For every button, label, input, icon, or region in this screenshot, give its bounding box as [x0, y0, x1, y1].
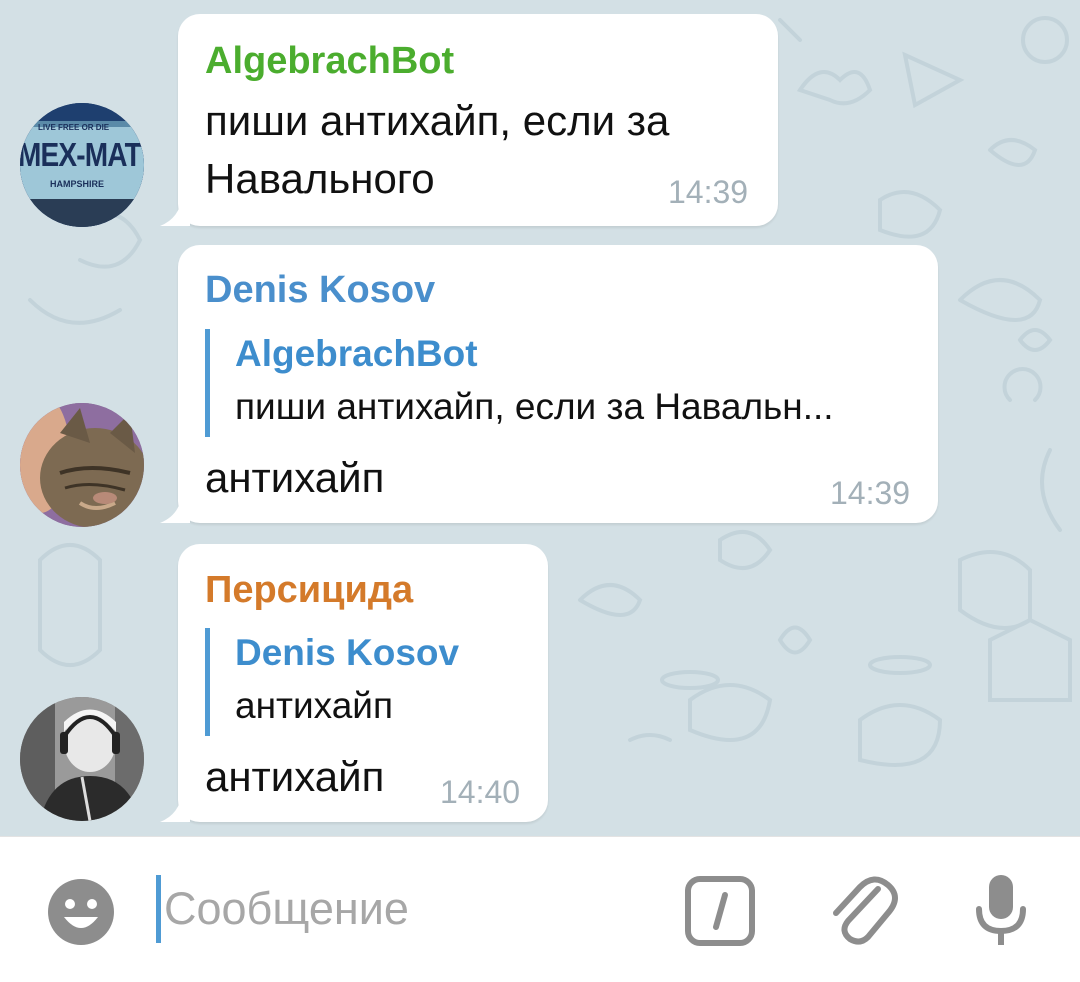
message-row: LIVE FREE OR DIE MEX-MAT HAMPSHIRE Algeb…: [0, 0, 1080, 240]
plate-main-text: MEX-MAT: [20, 136, 142, 173]
reply-text: пиши антихайп, если за Навальн...: [235, 386, 834, 427]
microphone-icon[interactable]: [972, 873, 1030, 949]
avatar[interactable]: [20, 403, 144, 527]
reply-sender: AlgebrachBot: [235, 333, 478, 374]
message-text-line: пиши антихайп, если за: [205, 97, 670, 144]
person-avatar-image: [20, 697, 144, 821]
message-row: Персицида Denis Kosov антихайп антихайп …: [0, 540, 1080, 836]
message-row: Denis Kosov AlgebrachBot пиши антихайп, …: [0, 240, 1080, 540]
message-input-bar: Сообщение: [0, 836, 1080, 982]
message-sender[interactable]: Denis Kosov: [205, 269, 435, 312]
reply-sender: Denis Kosov: [235, 632, 460, 673]
message-sender[interactable]: AlgebrachBot: [205, 40, 454, 83]
reply-quote[interactable]: AlgebrachBot пиши антихайп, если за Нава…: [205, 329, 834, 437]
plate-bottom-text: HAMPSHIRE: [50, 179, 105, 189]
message-input[interactable]: Сообщение: [156, 873, 644, 945]
message-text: антихайп: [205, 753, 385, 800]
message-text: антихайп: [205, 454, 385, 501]
message-text-line: Навального: [205, 155, 435, 202]
bubble-tail: [160, 493, 190, 523]
message-bubble[interactable]: Персицида Denis Kosov антихайп антихайп …: [160, 544, 548, 822]
bubble-tail: [160, 792, 190, 822]
message-sender[interactable]: Персицида: [205, 569, 413, 612]
emoji-icon[interactable]: [44, 875, 118, 949]
avatar[interactable]: LIVE FREE OR DIE MEX-MAT HAMPSHIRE: [20, 103, 144, 227]
message-time: 14:40: [440, 774, 521, 810]
message-bubble[interactable]: Denis Kosov AlgebrachBot пиши антихайп, …: [160, 245, 938, 523]
reply-quote[interactable]: Denis Kosov антихайп: [205, 628, 459, 736]
slash-command-icon[interactable]: [684, 875, 756, 947]
avatar[interactable]: [20, 697, 144, 821]
cat-photo-avatar-image: [20, 403, 144, 527]
message-time: 14:39: [668, 174, 749, 210]
paperclip-icon[interactable]: [826, 871, 900, 951]
bubble-tail: [160, 196, 190, 226]
message-bubble[interactable]: AlgebrachBot пиши антихайп, если за Нава…: [160, 14, 778, 226]
reply-text: антихайп: [235, 685, 393, 726]
plate-top-text: LIVE FREE OR DIE: [38, 123, 110, 132]
message-time: 14:39: [830, 475, 911, 511]
